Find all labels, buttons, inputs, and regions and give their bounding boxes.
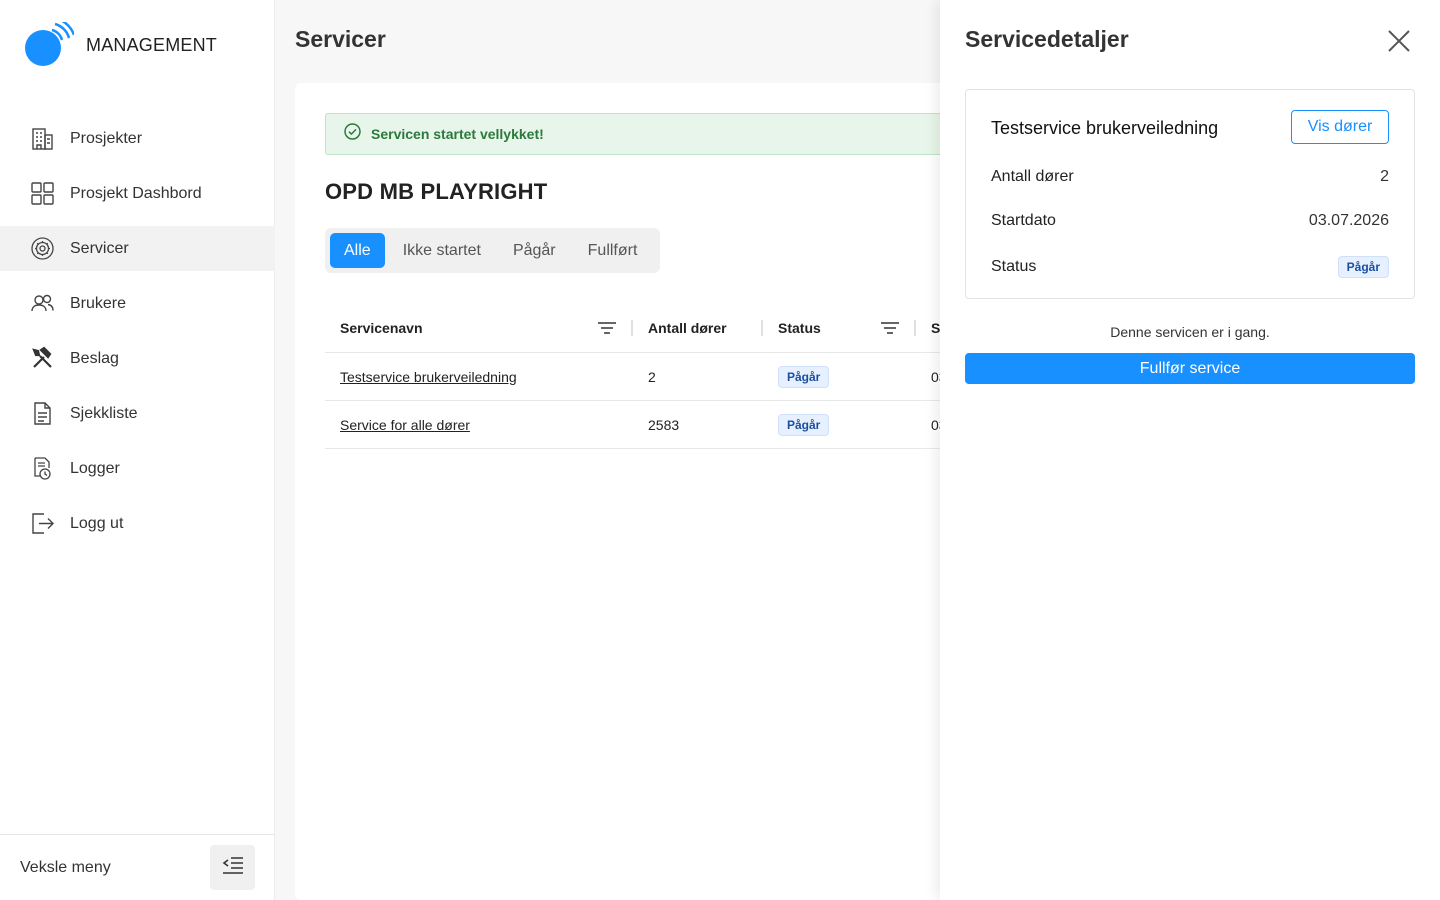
sidebar-item-label: Prosjekt Dashbord — [70, 184, 202, 202]
page-title: Servicer — [295, 26, 386, 52]
detail-label: Status — [991, 258, 1037, 275]
column-header-label: Status — [778, 319, 821, 336]
column-header-servicenavn: Servicenavn — [325, 303, 633, 353]
column-header-label: Servicenavn — [340, 319, 423, 336]
door-count: 2 — [648, 368, 656, 385]
brand-logo-icon — [24, 17, 76, 68]
service-name-link[interactable]: Service for alle dører — [340, 417, 470, 433]
tab-alle[interactable]: Alle — [330, 233, 385, 268]
detail-value: 03.07.2026 — [1308, 212, 1389, 229]
success-alert: Servicen startet vellykket! — [325, 113, 965, 155]
tab-ikke-startet[interactable]: Ikke startet — [389, 233, 495, 268]
sidebar-item-label: Brukere — [70, 294, 127, 312]
services-table: Servicenavn Antall dører Status S Testse… — [325, 303, 965, 449]
tab-fullfort[interactable]: Fullført — [574, 233, 652, 268]
service-gear-icon — [30, 236, 55, 261]
column-header-label: Antall dører — [648, 319, 727, 336]
tools-icon — [30, 346, 55, 371]
show-doors-button[interactable]: Vis dører — [1291, 110, 1389, 144]
sidebar-nav: Prosjekter Prosjekt Dashbord Servicer Br… — [0, 116, 275, 556]
status-badge: Pågår — [778, 365, 830, 388]
column-header-label: S — [931, 319, 941, 336]
brand-name: MANAGEMENT — [86, 34, 218, 55]
brand[interactable]: MANAGEMENT — [24, 17, 218, 68]
status-tabs: Alle Ikke startet Pågår Fullført — [325, 228, 661, 273]
project-title: OPD MB PLAYRIGHT — [325, 179, 548, 204]
sidebar-item-prosjekt-dashbord[interactable]: Prosjekt Dashbord — [0, 171, 275, 216]
detail-label: Antall dører — [991, 168, 1074, 185]
status-badge: Pågår — [778, 413, 830, 436]
log-history-icon — [30, 456, 55, 481]
sidebar-item-logg-ut[interactable]: Logg ut — [0, 501, 275, 546]
filter-icon[interactable] — [597, 320, 617, 339]
sidebar-item-beslag[interactable]: Beslag — [0, 336, 275, 381]
services-card: Servicen startet vellykket! OPD MB PLAYR… — [295, 83, 995, 900]
check-circle-icon — [344, 123, 361, 145]
sidebar-item-label: Beslag — [70, 349, 119, 367]
toggle-menu-button[interactable] — [210, 845, 255, 890]
detail-row-status: Status Pågår — [991, 256, 1389, 278]
sidebar-item-label: Sjekkliste — [70, 404, 138, 422]
sidebar-item-label: Logg ut — [70, 514, 124, 532]
tab-pagar[interactable]: Pågår — [499, 233, 570, 268]
sidebar-item-brukere[interactable]: Brukere — [0, 281, 275, 326]
door-count: 2583 — [648, 416, 680, 433]
logout-icon — [30, 511, 55, 536]
document-icon — [30, 401, 55, 426]
filter-icon[interactable] — [880, 320, 900, 339]
menu-collapse-icon — [222, 856, 244, 879]
detail-row-doors: Antall dører 2 — [991, 168, 1389, 186]
sidebar-item-label: Logger — [70, 459, 120, 477]
panel-title: Servicedetaljer — [965, 26, 1129, 52]
service-name-link[interactable]: Testservice brukerveiledning — [340, 369, 517, 385]
building-icon — [30, 126, 55, 151]
close-panel-button[interactable] — [1386, 28, 1412, 54]
service-name: Testservice brukerveiledning — [991, 118, 1219, 138]
complete-service-button[interactable]: Fullfør service — [965, 353, 1415, 384]
sidebar-item-servicer[interactable]: Servicer — [0, 226, 275, 271]
status-badge: Pågår — [1337, 256, 1389, 278]
sidebar: MANAGEMENT Prosjekter Prosjekt Dashbord … — [0, 0, 275, 900]
detail-value: 2 — [1380, 168, 1389, 185]
column-header-status: Status — [763, 303, 916, 353]
table-row: Service for alle dører 2583 Pågår 03 — [325, 401, 965, 449]
toggle-menu-label: Veksle meny — [20, 858, 111, 876]
column-header-antall-dorer: Antall dører — [633, 303, 763, 353]
sidebar-item-sjekkliste[interactable]: Sjekkliste — [0, 391, 275, 436]
table-row: Testservice brukerveiledning 2 Pågår 03 — [325, 353, 965, 401]
service-details-panel: Servicedetaljer Testservice brukerveiled… — [940, 0, 1440, 900]
sidebar-item-label: Servicer — [70, 239, 129, 257]
users-icon — [30, 291, 55, 316]
sidebar-item-prosjekter[interactable]: Prosjekter — [0, 116, 275, 161]
detail-row-startdate: Startdato 03.07.2026 — [991, 212, 1389, 230]
service-status-note: Denne servicen er i gang. — [1110, 324, 1270, 340]
service-detail-card: Testservice brukerveiledning Vis dører A… — [965, 89, 1415, 299]
sidebar-footer: Veksle meny — [0, 834, 275, 900]
close-icon — [1386, 30, 1412, 58]
table-header: Servicenavn Antall dører Status S — [325, 303, 965, 353]
detail-label: Startdato — [991, 212, 1056, 229]
sidebar-item-label: Prosjekter — [70, 129, 143, 147]
dashboard-grid-icon — [30, 181, 55, 206]
alert-message: Servicen startet vellykket! — [371, 126, 544, 142]
sidebar-item-logger[interactable]: Logger — [0, 446, 275, 491]
